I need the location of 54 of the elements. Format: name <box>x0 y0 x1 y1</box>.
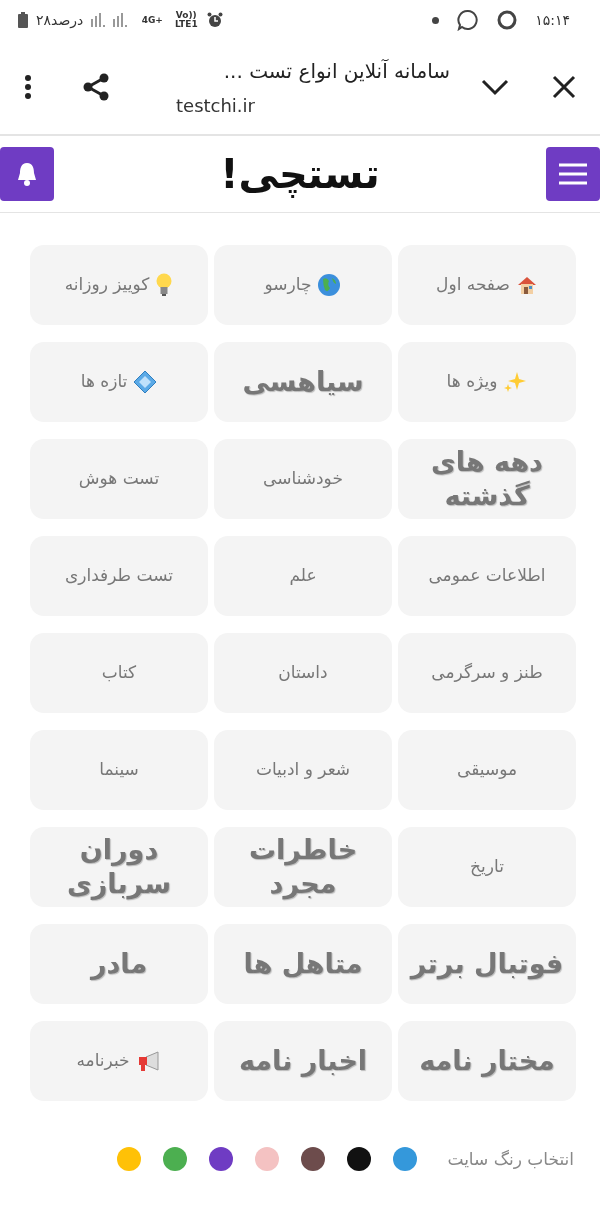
notification-dot-icon <box>432 16 440 24</box>
category-tile[interactable]: ویژه ها <box>398 342 576 422</box>
category-tile[interactable]: شعر و ادبیات <box>214 730 392 810</box>
category-tile[interactable]: کتاب <box>30 633 208 713</box>
page-url: testchi.ir <box>176 94 256 116</box>
color-swatch[interactable] <box>255 1147 280 1171</box>
volte-indicator: Vo)) LTE1 <box>173 11 199 29</box>
menu-button[interactable] <box>546 147 600 201</box>
menu-icon <box>557 162 589 186</box>
lightbulb-icon <box>155 273 174 297</box>
category-tile[interactable]: تازه ها <box>30 342 208 422</box>
category-tile[interactable]: تاریخ <box>398 827 576 907</box>
bell-icon <box>15 161 39 187</box>
category-tile[interactable]: فوتبال برتر <box>398 924 576 1004</box>
category-tile[interactable]: داستان <box>214 633 392 713</box>
category-tile[interactable]: طنز و سرگرمی <box>398 633 576 713</box>
category-tile[interactable]: چارسو <box>214 245 392 325</box>
category-tile[interactable]: مختار نامه <box>398 1021 576 1101</box>
category-tile[interactable]: مادر <box>30 924 208 1004</box>
category-tile[interactable]: متاهل ها <box>214 924 392 1004</box>
category-tile[interactable]: سیاهسی <box>214 342 392 422</box>
network-type: 4G+ <box>140 15 164 25</box>
category-tile[interactable]: صفحه اول <box>398 245 576 325</box>
category-tile[interactable]: موسیقی <box>398 730 576 810</box>
color-swatch[interactable] <box>209 1147 234 1171</box>
color-swatch[interactable] <box>163 1147 188 1171</box>
notification-button[interactable] <box>0 147 54 201</box>
chat-bubble-icon <box>457 9 480 31</box>
category-tile[interactable]: اخبار نامه <box>214 1021 392 1101</box>
battery-percent: ۲۸درصد <box>36 12 84 28</box>
category-tile[interactable]: خودشناسی <box>214 439 392 519</box>
battery-icon <box>18 12 28 28</box>
site-logo[interactable]: تستچی! <box>220 151 380 197</box>
category-tile[interactable]: دوران سربازی <box>30 827 208 907</box>
category-tile[interactable]: اطلاعات عمومی <box>398 536 576 616</box>
color-swatch[interactable] <box>301 1147 326 1171</box>
app-logo-icon <box>497 10 518 30</box>
diamond-icon <box>133 370 158 394</box>
globe-icon <box>317 273 342 297</box>
category-tile[interactable]: علم <box>214 536 392 616</box>
color-picker-label: انتخاب رنگ سایت <box>447 1149 574 1169</box>
category-tile[interactable]: خبرنامه <box>30 1021 208 1101</box>
category-tile[interactable]: خاطرات مجرد <box>214 827 392 907</box>
category-tile[interactable]: تست هوش <box>30 439 208 519</box>
category-tile[interactable]: کوییز روزانه <box>30 245 208 325</box>
category-tile[interactable]: سینما <box>30 730 208 810</box>
color-swatch[interactable] <box>347 1147 372 1171</box>
page-title: سامانه آنلاین انواع تست ... <box>222 58 451 83</box>
status-time: ۱۵:۱۴ <box>535 12 570 28</box>
category-tile[interactable]: تست طرفداری <box>30 536 208 616</box>
color-swatch[interactable] <box>393 1147 418 1171</box>
category-tile[interactable]: دهه های گذشته <box>398 439 576 519</box>
color-swatch[interactable] <box>117 1147 142 1171</box>
alarm-clock-icon <box>207 12 224 28</box>
